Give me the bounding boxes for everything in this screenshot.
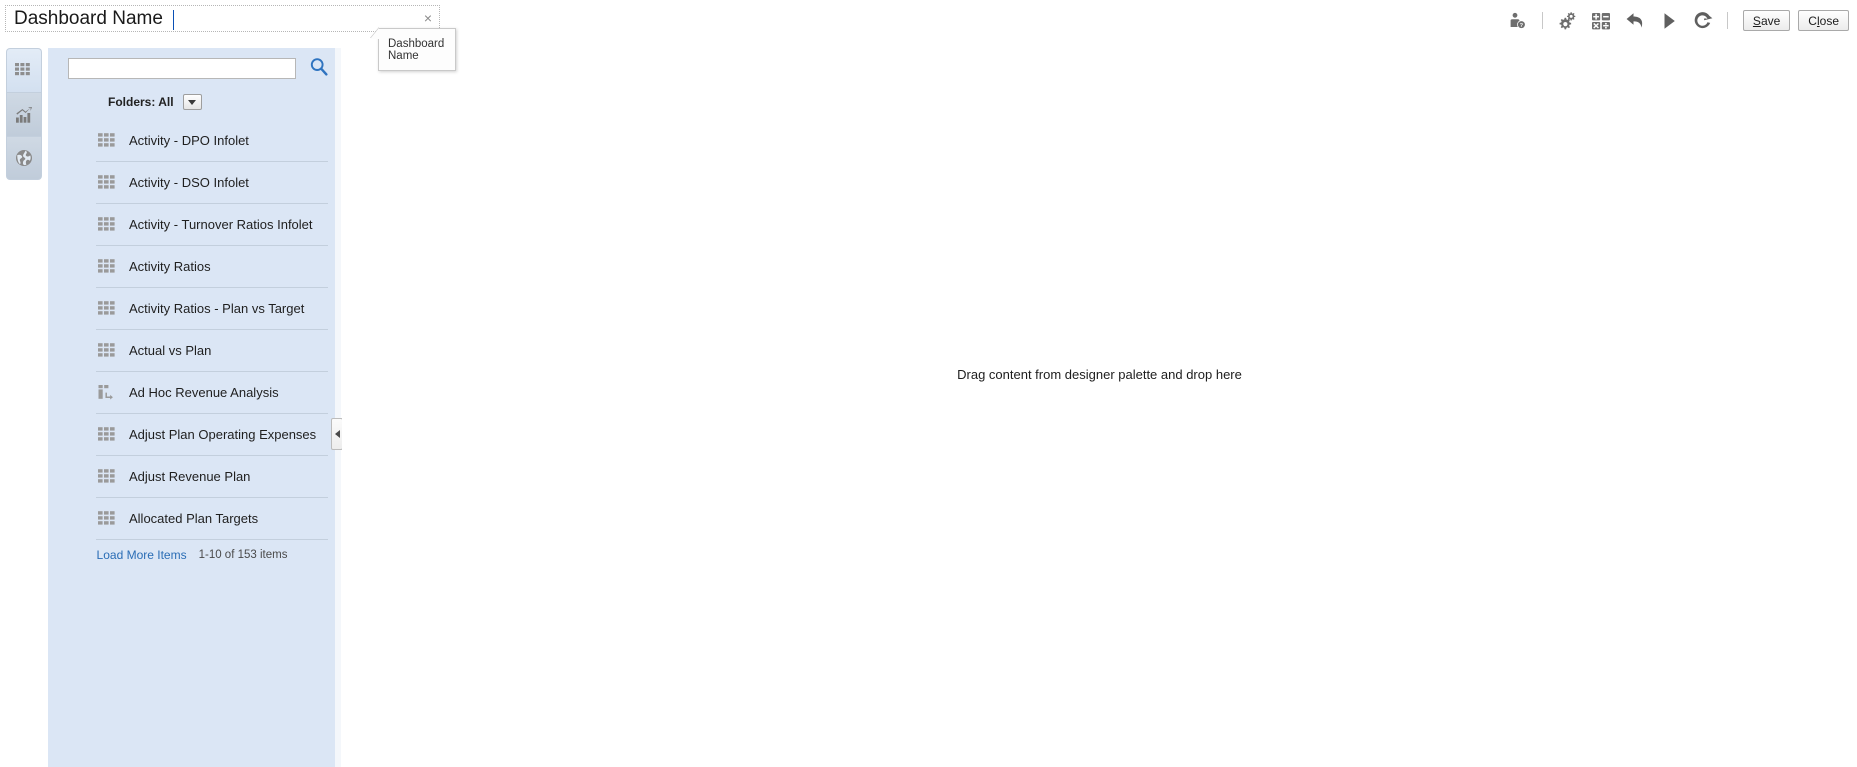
globe-icon: [14, 148, 34, 168]
list-item-label: Activity - DSO Infolet: [129, 175, 249, 190]
list-item[interactable]: Actual vs Plan: [96, 330, 328, 372]
palette-item-list: Activity - DPO Infolet Activity - DSO Inf…: [48, 120, 336, 540]
list-item[interactable]: Activity Ratios: [96, 246, 328, 288]
list-item[interactable]: Activity - Turnover Ratios Infolet: [96, 204, 328, 246]
close-button[interactable]: Close: [1798, 10, 1849, 31]
clear-icon[interactable]: ×: [424, 10, 432, 26]
text-caret: [173, 10, 174, 30]
list-item-label: Activity - Turnover Ratios Infolet: [129, 217, 313, 232]
list-item-label: Adjust Plan Operating Expenses: [129, 427, 317, 442]
rail-tab-charts[interactable]: [6, 92, 42, 136]
tooltip-tail-icon: [370, 27, 379, 39]
save-label-rest: ave: [1760, 13, 1781, 28]
list-item[interactable]: Activity Ratios - Plan vs Target: [96, 288, 328, 330]
list-item[interactable]: Ad Hoc Revenue Analysis: [96, 372, 328, 414]
grid-icon: [96, 340, 118, 362]
top-bar: × Dashboard Name ?: [0, 0, 1857, 71]
svg-text:?: ?: [1520, 23, 1523, 29]
search-icon[interactable]: [305, 53, 333, 81]
grid-icon: [96, 130, 118, 152]
grid-icon: [96, 214, 118, 236]
chevron-down-icon: [188, 99, 197, 105]
list-item-label: Adjust Revenue Plan: [129, 469, 251, 484]
list-item-label: Actual vs Plan: [129, 343, 212, 358]
toolbar-separator-2: [1726, 12, 1728, 29]
tooltip-line-1: Dashboard: [388, 38, 445, 50]
palette-splitter[interactable]: [335, 48, 341, 767]
item-count-text: 1-10 of 153 items: [198, 549, 288, 561]
grid-icon: [96, 466, 118, 488]
list-item[interactable]: Adjust Plan Operating Expenses: [96, 414, 328, 456]
folders-dropdown-button[interactable]: [182, 94, 202, 110]
toolbar-separator-1: [1541, 12, 1543, 29]
triangle-left-icon: [334, 430, 340, 438]
palette-search-row: [48, 48, 336, 88]
adhoc-grid-icon: [96, 382, 118, 404]
designer-palette-rail: [6, 48, 42, 180]
save-accel-letter: S: [1752, 13, 1761, 28]
toolbar: ? Save Close: [1501, 0, 1849, 41]
run-play-icon[interactable]: [1652, 4, 1686, 38]
tooltip-line-2: Name: [388, 50, 419, 62]
settings-gear-icon[interactable]: [1550, 4, 1584, 38]
dropzone-hint-text: Drag content from designer palette and d…: [957, 367, 1242, 382]
list-item-label: Activity - DPO Infolet: [129, 133, 249, 148]
list-item[interactable]: Allocated Plan Targets: [96, 498, 328, 540]
designer-palette-panel: Folders: All Activity - DPO Infolet Activ…: [48, 48, 336, 767]
grid-icon: [96, 508, 118, 530]
list-item[interactable]: Activity - DSO Infolet: [96, 162, 328, 204]
list-item-label: Activity Ratios: [129, 259, 211, 274]
grid-icon: [96, 172, 118, 194]
grid-icon: [96, 424, 118, 446]
calculator-grid-icon[interactable]: [1584, 4, 1618, 38]
list-item-label: Activity Ratios - Plan vs Target: [129, 301, 305, 316]
grid-icon: [96, 256, 118, 278]
dashboard-name-input[interactable]: [6, 6, 401, 31]
list-item[interactable]: Activity - DPO Infolet: [96, 120, 328, 162]
list-item[interactable]: Adjust Revenue Plan: [96, 456, 328, 498]
user-assign-icon[interactable]: ?: [1501, 4, 1535, 38]
search-input[interactable]: [68, 58, 296, 79]
load-more-items-link[interactable]: Load More Items: [97, 548, 187, 562]
folders-filter-label: Folders: All: [108, 95, 174, 109]
close-label-rest: ose: [1819, 13, 1839, 28]
bar-chart-trend-icon: [14, 105, 34, 125]
dashboard-canvas[interactable]: Drag content from designer palette and d…: [342, 41, 1857, 767]
dashboard-name-tooltip: Dashboard Name: [370, 27, 456, 71]
grid-icon: [96, 298, 118, 320]
folders-filter-row: Folders: All: [48, 88, 336, 116]
close-label-pre: C: [1808, 13, 1817, 28]
refresh-icon[interactable]: [1686, 4, 1720, 38]
palette-pagination-row: Load More Items 1-10 of 153 items: [48, 540, 336, 570]
list-item-label: Allocated Plan Targets: [129, 511, 259, 526]
rail-tab-forms[interactable]: [6, 48, 42, 92]
rail-tab-external[interactable]: [6, 136, 42, 180]
grid-icon: [14, 61, 34, 81]
list-item-label: Ad Hoc Revenue Analysis: [129, 385, 279, 400]
undo-icon[interactable]: [1618, 4, 1652, 38]
save-button[interactable]: Save: [1742, 10, 1791, 31]
